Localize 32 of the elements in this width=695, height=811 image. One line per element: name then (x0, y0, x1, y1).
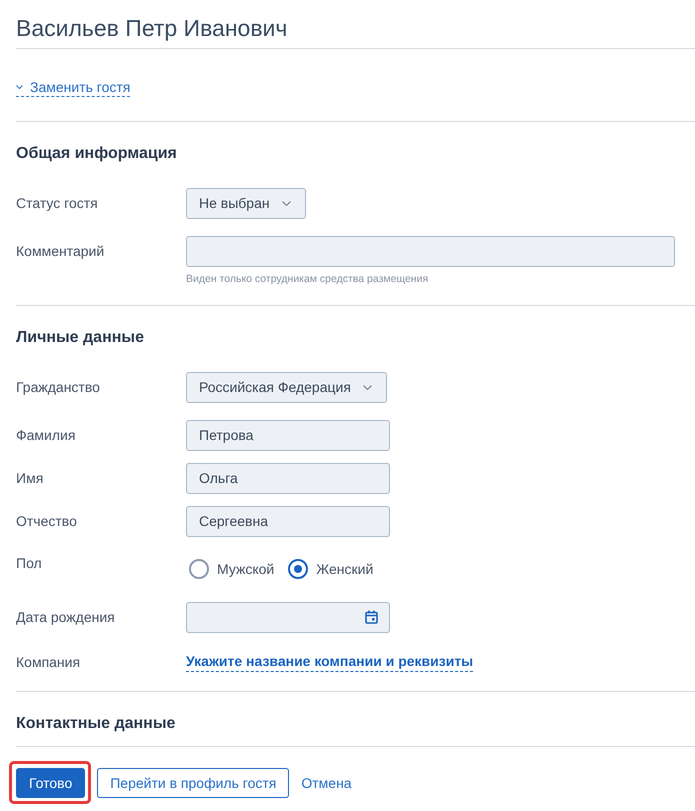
date-field[interactable] (186, 602, 390, 633)
section-heading: Общая информация (16, 144, 177, 164)
section-heading: Контактные данные (16, 714, 176, 734)
field-label: Статус гостя (16, 194, 98, 213)
field-label: Имя (16, 468, 44, 488)
field-label: Компания (16, 652, 80, 672)
chevron-down-icon (16, 84, 23, 89)
field-label: Отчество (16, 512, 77, 531)
page-title: Васильев Петр Иванович (16, 14, 288, 42)
field-label: Дата рождения (16, 608, 115, 627)
select-dropdown[interactable]: Не выбран (186, 188, 306, 219)
radio-option[interactable]: Женский (288, 558, 374, 579)
text-input[interactable]: Ольга (186, 462, 390, 494)
select-dropdown[interactable]: Российская Федерация (186, 372, 387, 403)
chevron-down-icon (362, 384, 372, 390)
field-hint: Виден только сотрудникам средства размещения (186, 272, 428, 286)
section-heading: Личные данные (16, 328, 144, 348)
cancel-link[interactable]: Отмена (301, 768, 352, 798)
calendar-icon (365, 610, 378, 624)
done-button[interactable]: Готово (16, 768, 86, 798)
profile-button[interactable]: Перейти в профиль гостя (97, 768, 290, 798)
field-label: Пол (16, 554, 42, 573)
company-link[interactable]: Укажите название компании и реквизиты (186, 652, 474, 672)
comment-input[interactable] (186, 236, 675, 267)
text-input[interactable]: Петрова (186, 420, 390, 451)
replace-guest-link[interactable]: Заменить гостя (16, 78, 130, 97)
text-input[interactable]: Сергеевна (186, 506, 390, 537)
field-label: Комментарий (16, 242, 104, 261)
field-label: Фамилия (16, 426, 76, 445)
field-label: Гражданство (16, 378, 100, 397)
chevron-down-icon (282, 200, 291, 206)
radio-option[interactable]: Мужской (189, 558, 274, 579)
